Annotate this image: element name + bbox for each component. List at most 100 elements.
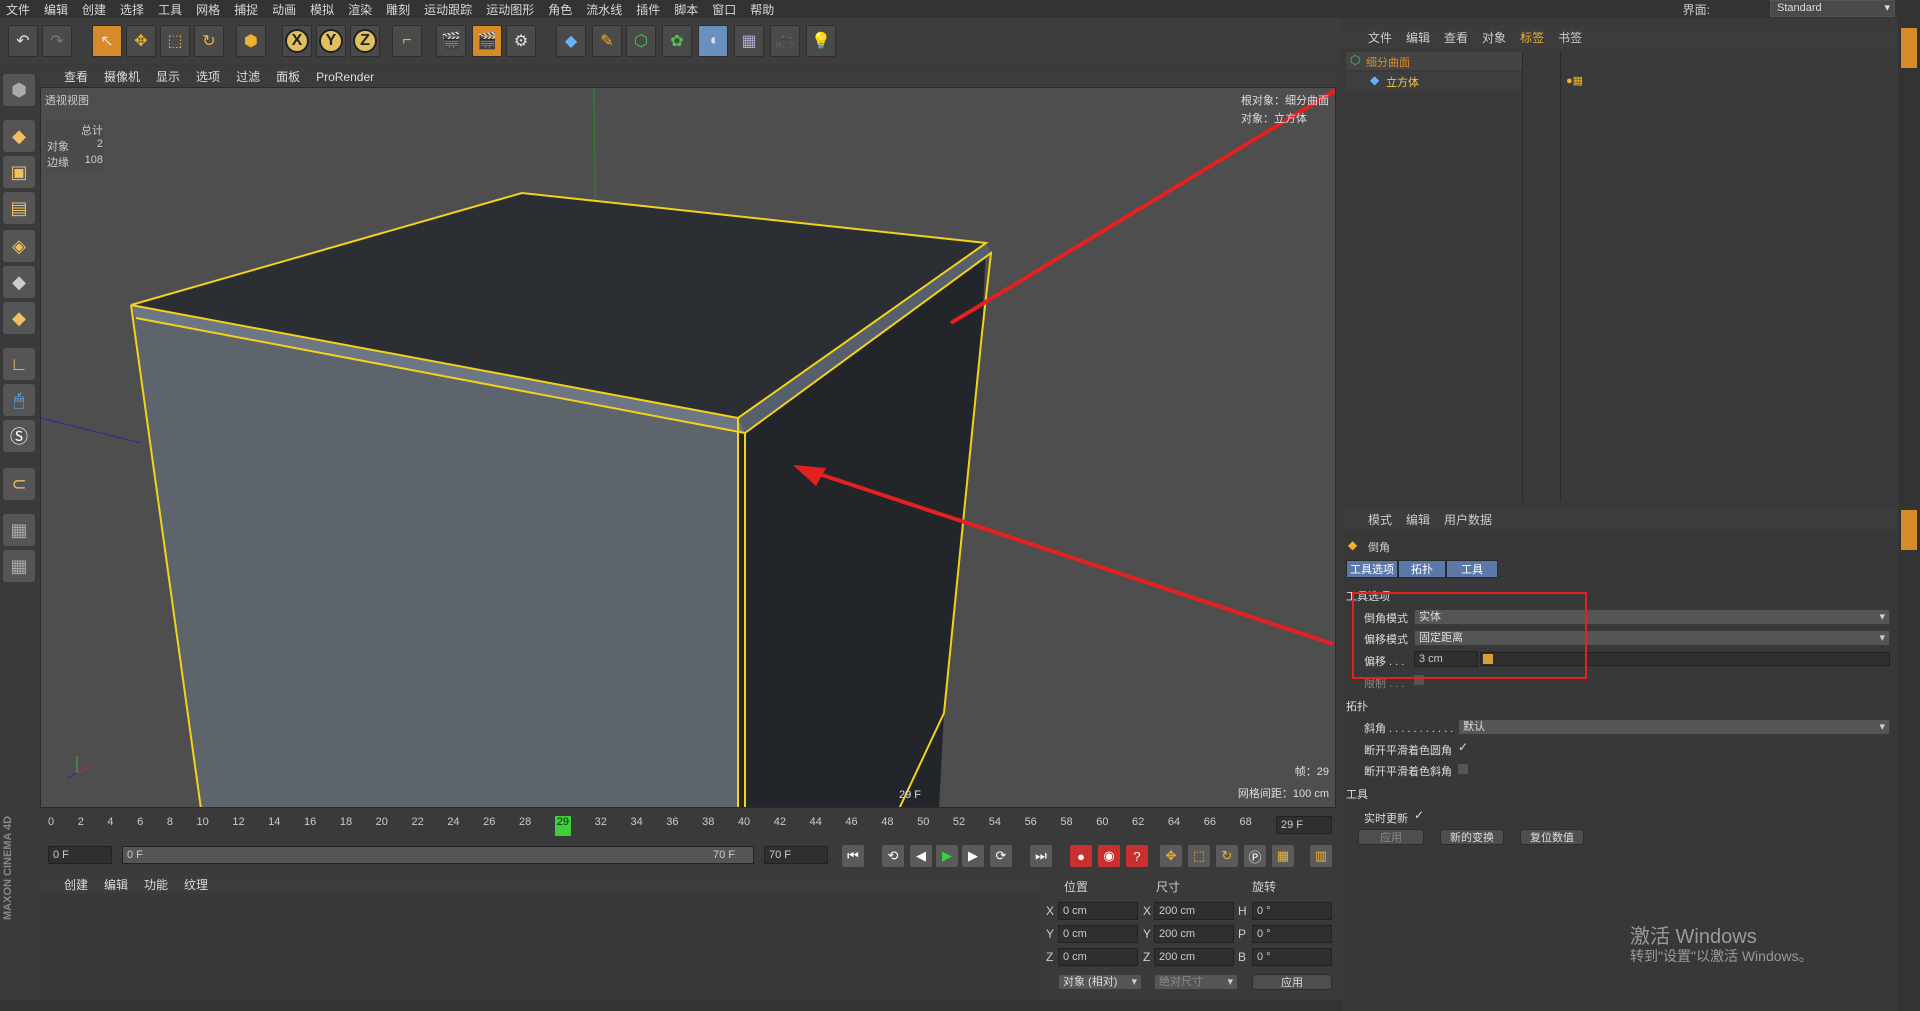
- tweak-mode-icon[interactable]: 🖱: [3, 384, 35, 416]
- subdivision-surface-icon[interactable]: ⬡: [626, 25, 656, 57]
- axis-mode-icon[interactable]: ∟: [3, 348, 35, 380]
- menu-create[interactable]: 创建: [82, 1, 106, 18]
- tab-topology[interactable]: 拓扑: [1398, 560, 1446, 578]
- objects-side-tab[interactable]: [1901, 28, 1917, 68]
- lock-workplane-icon[interactable]: ▦: [3, 514, 35, 546]
- workplane-mode-icon[interactable]: ▤: [3, 192, 35, 224]
- render-picture-viewer-icon[interactable]: 🎬: [472, 25, 502, 57]
- menu-motion-tracking[interactable]: 运动跟踪: [424, 1, 472, 18]
- menu-script[interactable]: 脚本: [674, 1, 698, 18]
- auto-key-icon[interactable]: ◉: [1098, 845, 1120, 867]
- am-menu-edit[interactable]: 编辑: [1406, 511, 1430, 528]
- next-key-icon[interactable]: ⟳: [990, 845, 1012, 867]
- menu-window[interactable]: 窗口: [712, 1, 736, 18]
- object-row-subdivision[interactable]: ⬡ 细分曲面: [1346, 52, 1522, 70]
- edges-mode-icon[interactable]: ◆: [3, 266, 35, 298]
- perspective-viewport[interactable]: 透视视图 总计 对象 2 边缘 108 根对象：细分曲面 对象：立方体 帧：29 2…: [40, 87, 1336, 808]
- break-round-check-icon[interactable]: ✓: [1458, 740, 1468, 754]
- polygons-mode-icon[interactable]: ◆: [3, 302, 35, 334]
- redo-icon[interactable]: ↷: [42, 25, 72, 57]
- om-menu-view[interactable]: 查看: [1444, 29, 1468, 46]
- key-scale-icon[interactable]: ⬚: [1188, 845, 1210, 867]
- om-menu-tags[interactable]: 标签: [1520, 29, 1544, 46]
- coords-mode-select[interactable]: 对象 (相对): [1058, 974, 1142, 990]
- cube-primitive-icon[interactable]: ◆: [556, 25, 586, 57]
- scale-tool-icon[interactable]: ⬚: [160, 25, 190, 57]
- key-position-icon[interactable]: ✥: [1160, 845, 1182, 867]
- menu-select[interactable]: 选择: [120, 1, 144, 18]
- am-menu-mode[interactable]: 模式: [1368, 511, 1392, 528]
- world-coords-icon[interactable]: ⌐: [392, 25, 422, 57]
- play-icon[interactable]: ▶: [936, 845, 958, 867]
- undo-icon[interactable]: ↶: [8, 25, 38, 57]
- om-menu-edit[interactable]: 编辑: [1406, 29, 1430, 46]
- floor-icon[interactable]: ▦: [734, 25, 764, 57]
- magnet-icon[interactable]: ⊂: [3, 468, 35, 500]
- next-frame-icon[interactable]: ▶: [962, 845, 984, 867]
- menu-snap[interactable]: 捕捉: [234, 1, 258, 18]
- start-frame-field[interactable]: 0 F: [48, 846, 112, 864]
- position-z-field[interactable]: 0 cm: [1058, 948, 1138, 966]
- key-pla-icon[interactable]: ▦: [1272, 845, 1294, 867]
- menu-mograph[interactable]: 运动图形: [486, 1, 534, 18]
- render-settings-icon[interactable]: ⚙: [506, 25, 536, 57]
- prev-key-icon[interactable]: ⟲: [882, 845, 904, 867]
- timeline-window-icon[interactable]: ▥: [1310, 845, 1332, 867]
- om-menu-bookmarks[interactable]: 书签: [1558, 29, 1582, 46]
- current-frame-field[interactable]: 29 F: [1276, 816, 1332, 834]
- viewport-menu-cameras[interactable]: 摄像机: [104, 68, 140, 85]
- realtime-check-icon[interactable]: ✓: [1414, 808, 1424, 822]
- om-menu-objects[interactable]: 对象: [1482, 29, 1506, 46]
- viewport-menu-view[interactable]: 查看: [64, 68, 88, 85]
- record-keys-icon[interactable]: ●: [1070, 845, 1092, 867]
- size-y-field[interactable]: 200 cm: [1154, 925, 1234, 943]
- make-editable-icon[interactable]: ⬢: [3, 74, 35, 106]
- coords-apply-button[interactable]: 应用: [1252, 974, 1332, 990]
- menu-plugins[interactable]: 插件: [636, 1, 660, 18]
- position-x-field[interactable]: 0 cm: [1058, 902, 1138, 920]
- break-miter-checkbox[interactable]: [1458, 764, 1468, 774]
- menu-help[interactable]: 帮助: [750, 1, 774, 18]
- points-mode-icon[interactable]: ◈: [3, 230, 35, 262]
- om-menu-file[interactable]: 文件: [1368, 29, 1392, 46]
- y-axis-lock-button[interactable]: Y: [316, 25, 346, 57]
- position-y-field[interactable]: 0 cm: [1058, 925, 1138, 943]
- attributes-side-tab[interactable]: [1901, 510, 1917, 550]
- model-mode-icon[interactable]: ◆: [3, 120, 35, 152]
- key-rotation-icon[interactable]: ↻: [1216, 845, 1238, 867]
- menu-character[interactable]: 角色: [548, 1, 572, 18]
- rotation-h-field[interactable]: 0 °: [1252, 902, 1332, 920]
- tag-icons[interactable]: ●▦: [1566, 74, 1583, 87]
- material-menu-edit[interactable]: 编辑: [104, 876, 128, 893]
- keyframe-selection-icon[interactable]: ?: [1126, 845, 1148, 867]
- deformer-icon[interactable]: ◖: [698, 25, 728, 57]
- viewport-menu-filter[interactable]: 过滤: [236, 68, 260, 85]
- light-icon[interactable]: 💡: [806, 25, 836, 57]
- render-view-icon[interactable]: 🎬: [436, 25, 466, 57]
- prev-frame-icon[interactable]: ◀: [910, 845, 932, 867]
- size-z-field[interactable]: 200 cm: [1154, 948, 1234, 966]
- object-row-cube[interactable]: ◆ 立方体: [1346, 72, 1522, 90]
- select-tool-icon[interactable]: ↖: [92, 25, 122, 57]
- menu-render[interactable]: 渲染: [348, 1, 372, 18]
- coords-size-select[interactable]: 绝对尺寸: [1154, 974, 1238, 990]
- rotation-b-field[interactable]: 0 °: [1252, 948, 1332, 966]
- menu-sculpt[interactable]: 雕刻: [386, 1, 410, 18]
- viewport-menu-display[interactable]: 显示: [156, 68, 180, 85]
- menu-animate[interactable]: 动画: [272, 1, 296, 18]
- menu-tools[interactable]: 工具: [158, 1, 182, 18]
- miter-select[interactable]: 默认: [1458, 719, 1890, 735]
- menu-mesh[interactable]: 网格: [196, 1, 220, 18]
- coordinate-system-icon[interactable]: ⬢: [236, 25, 266, 57]
- material-menu-create[interactable]: 创建: [64, 876, 88, 893]
- timeline[interactable]: 0 2 4 6 8 10 12 14 16 18 20 22 24 26 28 29 32 34 36 38 40 42 4…: [40, 810, 1336, 840]
- new-transform-button[interactable]: 新的变换: [1440, 829, 1504, 845]
- apply-button[interactable]: 应用: [1358, 829, 1424, 845]
- max-frame-field[interactable]: 70 F: [764, 846, 828, 864]
- go-to-start-icon[interactable]: ⏮: [842, 845, 864, 867]
- viewport-menu-panel[interactable]: 面板: [276, 68, 300, 85]
- material-menu-texture[interactable]: 纹理: [184, 876, 208, 893]
- texture-mode-icon[interactable]: ▣: [3, 156, 35, 188]
- cloner-icon[interactable]: ✿: [662, 25, 692, 57]
- menu-pipeline[interactable]: 流水线: [586, 1, 622, 18]
